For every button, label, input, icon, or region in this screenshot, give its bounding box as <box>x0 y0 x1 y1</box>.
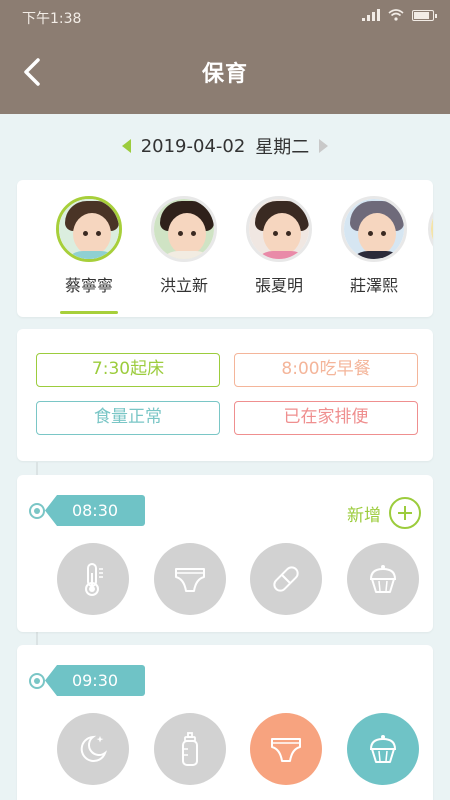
child-name: 莊澤熙 <box>349 276 398 295</box>
status-time: 下午1:38 <box>22 11 82 27</box>
plus-circle-icon <box>389 497 421 529</box>
diaper-button-active[interactable] <box>250 713 322 785</box>
snack-button-active[interactable] <box>347 713 419 785</box>
child-name: 洪立新 <box>159 276 208 295</box>
medicine-button[interactable] <box>250 543 322 615</box>
cupcake-icon <box>369 735 397 763</box>
temperature-button[interactable] <box>57 543 129 615</box>
diaper-icon <box>175 568 205 592</box>
child-item-partial[interactable] <box>421 196 433 262</box>
child-avatar <box>246 196 312 262</box>
date-selector: 2019-04-02 星期二 <box>0 130 450 162</box>
status-tag[interactable]: 食量正常 <box>36 401 220 435</box>
timeline-dot <box>29 503 45 519</box>
next-day-arrow-icon[interactable] <box>319 139 329 153</box>
timeline-dot <box>29 673 45 689</box>
status-tag[interactable]: 8:00吃早餐 <box>234 353 418 387</box>
prev-day-arrow-icon[interactable] <box>121 139 131 153</box>
child-avatar <box>428 196 433 262</box>
current-date: 2019-04-02 <box>140 135 246 157</box>
app-header: 保育 <box>0 34 450 114</box>
add-record-button[interactable]: 新增 <box>347 497 421 529</box>
child-item[interactable]: 洪立新 <box>144 196 224 296</box>
current-weekday: 星期二 <box>255 137 310 158</box>
child-avatar <box>56 196 122 262</box>
diaper-button[interactable] <box>154 543 226 615</box>
feeding-button[interactable] <box>154 713 226 785</box>
thermometer-icon <box>85 563 103 596</box>
child-name: 張夏明 <box>254 276 303 295</box>
medicine-pill-icon <box>273 566 299 592</box>
child-avatar <box>151 196 217 262</box>
wifi-icon <box>388 9 404 21</box>
entry-time: 08:30 <box>45 495 145 526</box>
add-record-label: 新增 <box>347 505 381 526</box>
entry-time: 09:30 <box>45 665 145 696</box>
page-title: 保育 <box>201 62 248 87</box>
status-tag[interactable]: 7:30起床 <box>36 353 220 387</box>
baby-bottle-icon <box>182 732 198 766</box>
sleep-button[interactable] <box>57 713 129 785</box>
status-bar: 下午1:38 <box>0 0 450 34</box>
child-name: 蔡寧寧 <box>64 276 113 295</box>
snack-button[interactable] <box>347 543 419 615</box>
child-item[interactable]: 蔡寧寧 <box>49 196 129 296</box>
signal-icon <box>362 9 380 21</box>
daily-status-card: 7:30起床 8:00吃早餐 食量正常 已在家排便 <box>17 329 433 461</box>
selected-child-indicator <box>60 311 118 314</box>
moon-sleep-icon <box>80 735 108 762</box>
child-item[interactable]: 莊澤熙 <box>334 196 414 296</box>
cupcake-icon <box>369 565 397 593</box>
diaper-icon <box>271 738 301 762</box>
child-selector: 蔡寧寧 洪立新 張夏明 莊澤熙 <box>17 180 433 317</box>
child-avatar <box>341 196 407 262</box>
child-item[interactable]: 張夏明 <box>239 196 319 296</box>
status-tag[interactable]: 已在家排便 <box>234 401 418 435</box>
battery-icon <box>412 9 437 21</box>
